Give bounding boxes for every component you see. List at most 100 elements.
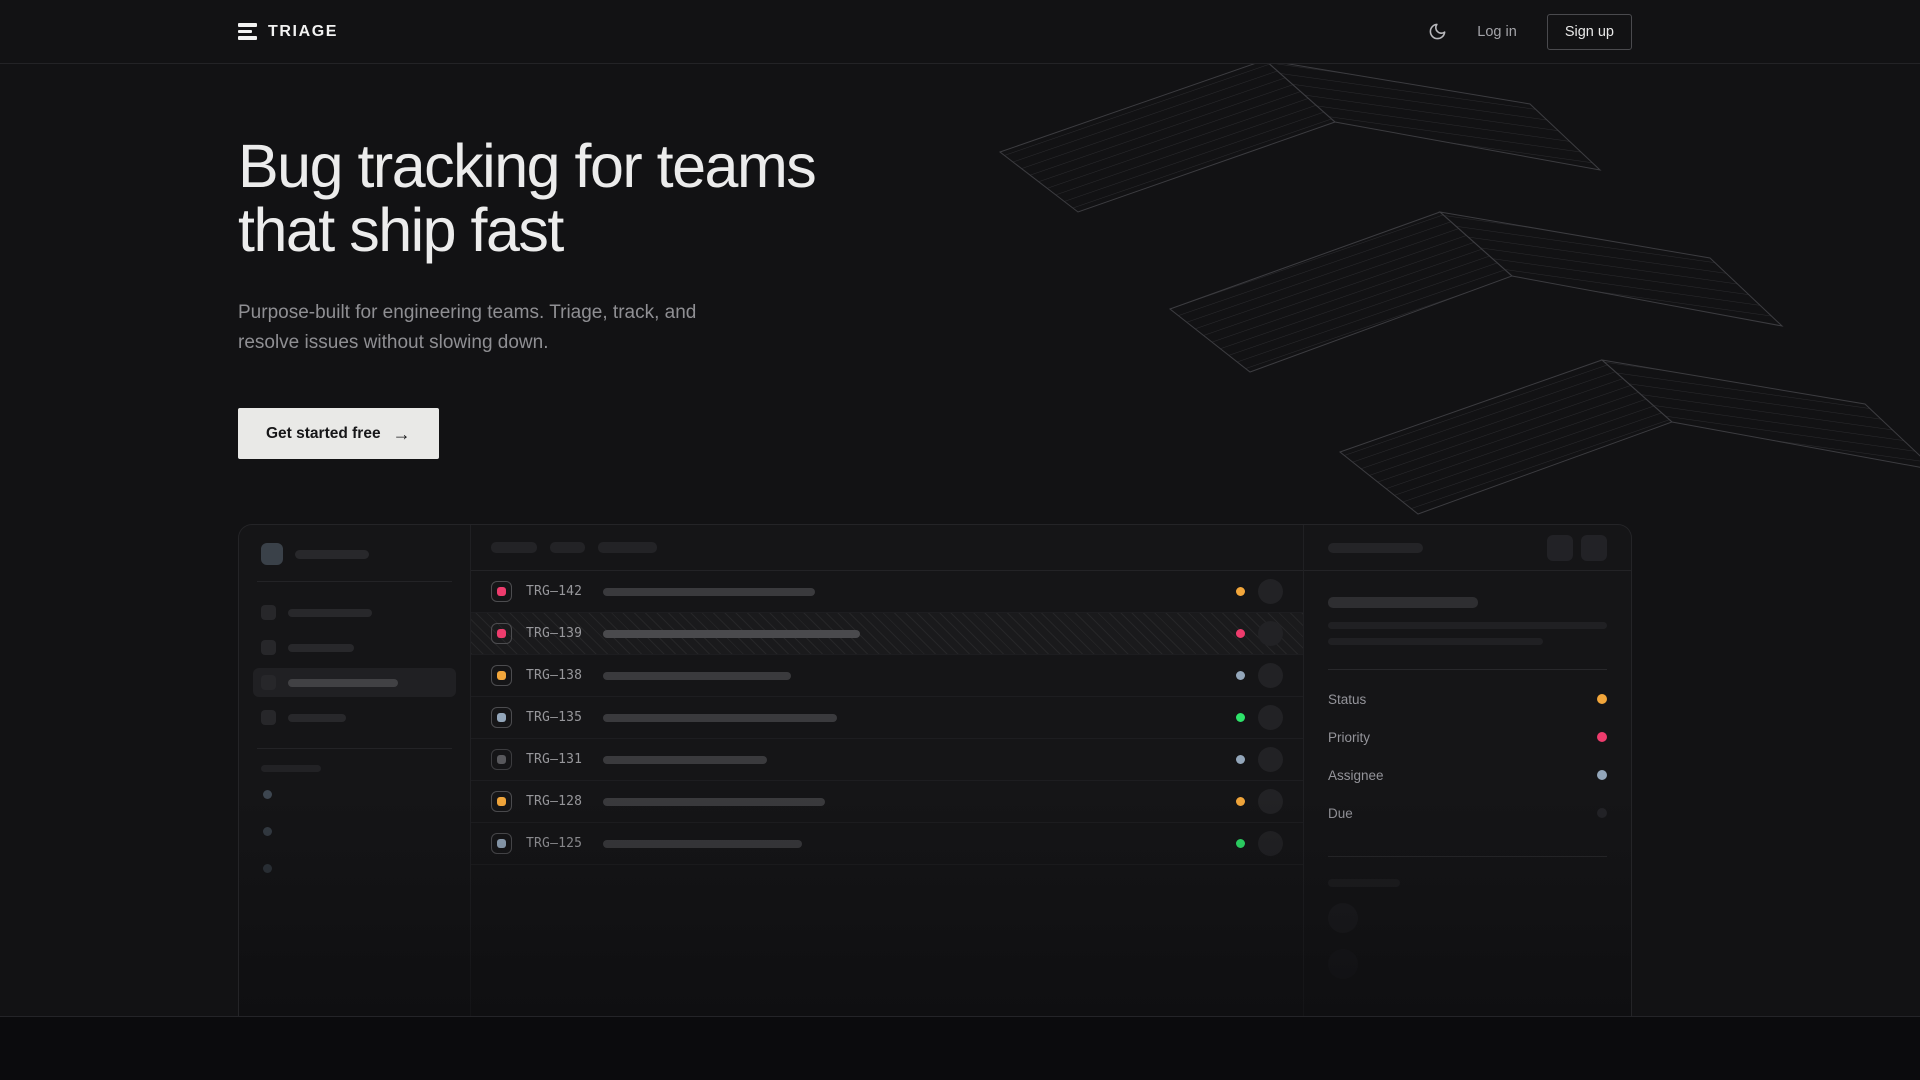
detail-field-row: Priority (1328, 718, 1607, 756)
issue-status-dot (1236, 629, 1245, 638)
workspace-name-skeleton (295, 550, 369, 559)
tab-skeleton (550, 542, 585, 553)
issue-id: TRG–131 (526, 752, 582, 767)
arrow-right-icon: → (393, 425, 411, 443)
hero-title: Bug tracking for teamsthat ship fast (238, 64, 1632, 262)
issue-type-icon (491, 749, 512, 770)
detail-field-row: Status (1328, 680, 1607, 718)
sidebar-item-skeleton (253, 703, 456, 732)
sidebar-item-icon (261, 710, 276, 725)
mockup-sidebar (239, 525, 471, 1016)
sidebar-item-label-skeleton (288, 714, 346, 722)
issue-row: TRG–131 (471, 739, 1303, 781)
hero-title-line2: that ship fast (238, 196, 563, 264)
issue-assignee-avatar (1258, 579, 1283, 604)
sidebar-dot (263, 790, 272, 799)
issue-id: TRG–125 (526, 836, 582, 851)
issue-assignee-avatar (1258, 663, 1283, 688)
mockup-issue-list-panel: TRG–142 TRG–139 TRG–138 TRG–135 TRG– (471, 525, 1304, 1016)
activity-avatar-skeleton (1328, 903, 1358, 933)
theme-toggle-button[interactable] (1428, 22, 1447, 41)
issue-id: TRG–139 (526, 626, 582, 641)
hero-subtitle: Purpose-built for engineering teams. Tri… (238, 298, 718, 358)
issue-type-icon (491, 791, 512, 812)
issue-assignee-avatar (1258, 831, 1283, 856)
detail-field-row: Due (1328, 794, 1607, 832)
issue-list: TRG–142 TRG–139 TRG–138 TRG–135 TRG– (471, 571, 1303, 865)
issue-title-skeleton (603, 714, 837, 722)
divider (257, 581, 452, 582)
issue-title-skeleton (603, 672, 791, 680)
divider (257, 748, 452, 749)
tab-skeleton (598, 542, 657, 553)
field-label: Assignee (1328, 768, 1384, 783)
sidebar-item-skeleton-active (253, 668, 456, 697)
issue-id: TRG–142 (526, 584, 582, 599)
signup-button[interactable]: Sign up (1547, 14, 1632, 50)
detail-text-skeleton (1328, 638, 1543, 645)
issue-title-skeleton (603, 798, 825, 806)
issue-title-skeleton (603, 588, 815, 596)
mockup-detail-panel: Status Priority Assignee Due (1304, 525, 1631, 1016)
sidebar-item-skeleton (253, 598, 456, 627)
activity-avatar-skeleton (1328, 949, 1358, 979)
issue-row: TRG–142 (471, 571, 1303, 613)
list-header (471, 525, 1303, 571)
brand-name: TRIAGE (268, 23, 338, 41)
detail-title-skeleton (1328, 597, 1478, 608)
issue-row: TRG–138 (471, 655, 1303, 697)
issue-row: TRG–135 (471, 697, 1303, 739)
detail-section-label-skeleton (1328, 879, 1400, 887)
get-started-button[interactable]: Get started free → (238, 408, 439, 459)
issue-assignee-avatar (1258, 705, 1283, 730)
issue-status-dot (1236, 797, 1245, 806)
field-label: Status (1328, 692, 1366, 707)
tab-skeleton (491, 542, 537, 553)
sidebar-item-skeleton (253, 633, 456, 662)
issue-row: TRG–139 (471, 613, 1303, 655)
triage-logo-icon (238, 23, 257, 40)
field-value-dot (1597, 808, 1607, 818)
detail-field-row: Assignee (1328, 756, 1607, 794)
sidebar-item-icon (261, 605, 276, 620)
sidebar-item-label-skeleton (288, 644, 354, 652)
field-value-dot (1597, 732, 1607, 742)
detail-header (1304, 525, 1631, 571)
issue-type-icon (491, 623, 512, 644)
sidebar-item-icon (261, 640, 276, 655)
detail-action-button-skeleton (1547, 535, 1573, 561)
hero-title-line1: Bug tracking for teams (238, 132, 815, 200)
sidebar-dot (263, 864, 272, 873)
login-link[interactable]: Log in (1477, 24, 1517, 40)
issue-assignee-avatar (1258, 747, 1283, 772)
sidebar-dot (263, 827, 272, 836)
issue-type-icon (491, 833, 512, 854)
issue-id: TRG–135 (526, 710, 582, 725)
issue-row: TRG–125 (471, 823, 1303, 865)
issue-type-icon (491, 665, 512, 686)
detail-action-button-skeleton (1581, 535, 1607, 561)
navbar: TRIAGE Log in Sign up (0, 0, 1920, 64)
issue-status-dot (1236, 671, 1245, 680)
detail-text-skeleton (1328, 622, 1607, 629)
issue-title-skeleton (603, 840, 802, 848)
issue-status-dot (1236, 839, 1245, 848)
field-label: Priority (1328, 730, 1370, 745)
issue-type-icon (491, 581, 512, 602)
issue-assignee-avatar (1258, 789, 1283, 814)
divider (1328, 856, 1607, 857)
issue-title-skeleton (603, 630, 860, 638)
field-value-dot (1597, 694, 1607, 704)
issue-title-skeleton (603, 756, 767, 764)
sidebar-item-label-skeleton (288, 609, 372, 617)
issue-row: TRG–128 (471, 781, 1303, 823)
detail-fields: Status Priority Assignee Due (1328, 680, 1607, 832)
footer (0, 1016, 1920, 1080)
issue-id: TRG–128 (526, 794, 582, 809)
divider (1328, 669, 1607, 670)
brand: TRIAGE (238, 23, 338, 41)
issue-status-dot (1236, 587, 1245, 596)
issue-status-dot (1236, 755, 1245, 764)
hero-section: Bug tracking for teamsthat ship fast Pur… (0, 64, 1920, 1016)
issue-type-icon (491, 707, 512, 728)
